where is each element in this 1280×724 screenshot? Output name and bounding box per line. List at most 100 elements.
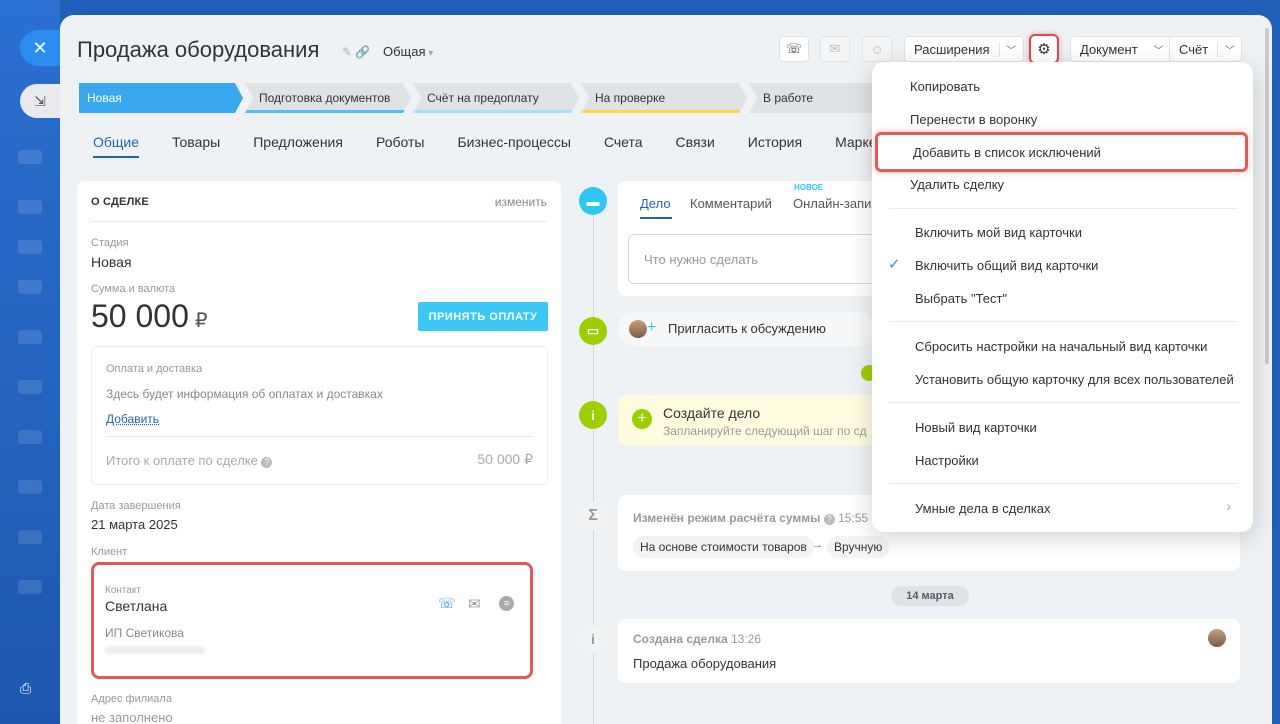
stage-new[interactable]: Новая (79, 83, 243, 113)
avatar[interactable] (1208, 629, 1226, 647)
menu-item-reset-view[interactable]: Сбросить настройки на начальный вид карт… (872, 331, 1253, 361)
minimize-slider-button[interactable]: ⇲ (20, 84, 60, 118)
menu-item-add-exclusions[interactable]: Добавить в список исключений (875, 132, 1248, 172)
create-task-prompt[interactable]: + Создайте дело Запланируйте следующий ш… (618, 395, 878, 445)
sum-value[interactable]: 50 000 ₽ (91, 298, 208, 335)
currency-symbol: ₽ (194, 310, 208, 332)
stage-prepayment-invoice[interactable]: Счёт на предоплату (413, 83, 579, 113)
help-icon[interactable]: ? (823, 514, 835, 525)
close-date-label: Дата завершения (91, 500, 181, 512)
plus-icon: + (632, 409, 652, 429)
divider (91, 221, 547, 222)
client-contact-block: Контакт Светлана ИП Светикова ☏ ✉ ≡ (91, 562, 533, 679)
tag-to: Вручную (827, 536, 890, 558)
print-icon[interactable]: ⎙ (20, 680, 40, 700)
funnel-selector[interactable]: Общая (383, 44, 433, 59)
chevron-down-icon[interactable]: ﹀ (998, 41, 1023, 57)
sum-icon: Σ (579, 502, 607, 530)
create-task-title: Создайте дело (663, 405, 761, 421)
extensions-button[interactable]: Расширения ﹀ (904, 36, 1024, 62)
tab-history[interactable]: История (748, 134, 802, 158)
client-label: Клиент (91, 546, 128, 558)
stage-in-progress[interactable]: В работе (749, 83, 889, 113)
stage-review[interactable]: На проверке (581, 83, 747, 113)
payment-title: Оплата и доставка (106, 363, 203, 375)
edit-link[interactable]: изменить (495, 195, 547, 209)
add-payment-link[interactable]: Добавить (106, 412, 159, 426)
tab-general[interactable]: Общие (93, 134, 140, 158)
tab-invoices[interactable]: Счета (604, 134, 643, 158)
tab-online-booking[interactable]: Онлайн-запи (793, 196, 871, 211)
chat-icon[interactable]: ≡ (499, 596, 514, 611)
stage-preparing-docs[interactable]: Подготовка документов (245, 83, 411, 113)
phone-icon[interactable]: ☏ (438, 595, 456, 612)
sidebar-ghost-item (18, 150, 42, 164)
menu-item-common-view[interactable]: Включить общий вид карточки (872, 250, 1253, 280)
menu-item-move-funnel[interactable]: Перенести в воронку (872, 104, 1253, 134)
todo-input[interactable]: Что нужно сделать (628, 234, 908, 284)
email-button[interactable]: ✉ (820, 36, 850, 62)
blurred-phone (105, 646, 205, 654)
divider (889, 208, 1238, 209)
comment-icon: ▭ (579, 317, 607, 345)
menu-item-choose-test[interactable]: Выбрать "Тест" (872, 283, 1253, 313)
mail-icon: ✉ (829, 41, 841, 56)
info-icon: i (579, 401, 607, 429)
tab-robots[interactable]: Роботы (376, 134, 424, 158)
sidebar-ghost-item (18, 580, 42, 594)
create-task-sub: Запланируйте следующий шаг по сд (663, 424, 867, 438)
call-button[interactable]: ☏ (779, 36, 809, 62)
total-label: Итого к оплате по сделке ? (106, 453, 273, 468)
chevron-down-icon[interactable]: ﹀ (1217, 41, 1241, 57)
menu-item-smart-tasks[interactable]: Умные дела в сделках (872, 493, 1253, 523)
branch-label: Адрес филиала (91, 693, 172, 705)
total-value: 50 000 ₽ (477, 451, 533, 467)
tab-business-processes[interactable]: Бизнес-процессы (457, 134, 570, 158)
gear-icon[interactable]: ⚙ (1029, 34, 1059, 64)
contact-name[interactable]: Светлана (105, 598, 167, 614)
tab-offers[interactable]: Предложения (253, 134, 343, 158)
menu-item-settings[interactable]: Настройки (872, 445, 1253, 475)
date-separator: 14 марта (891, 586, 969, 606)
chevron-right-icon: › (1226, 498, 1231, 514)
menu-item-delete-deal[interactable]: Удалить сделку (872, 169, 1253, 199)
deal-info-card: О СДЕЛКЕ изменить Стадия Новая Сумма и в… (77, 181, 561, 724)
activity-icon: ▬ (579, 187, 607, 215)
stage-color-bar (245, 110, 411, 113)
stage-value[interactable]: Новая (91, 254, 132, 270)
phone-icon: ☏ (785, 41, 803, 56)
menu-item-my-view[interactable]: Включить мой вид карточки (872, 217, 1253, 247)
avatar (629, 320, 647, 338)
info-icon: i (579, 625, 607, 653)
document-button[interactable]: Документ ﹀ (1070, 36, 1172, 62)
page-title: Продажа оборудования (77, 37, 320, 62)
sidebar-ghost-item (18, 480, 42, 494)
tab-comment[interactable]: Комментарий (690, 196, 772, 211)
scrollbar[interactable] (1265, 28, 1269, 364)
event-text[interactable]: Продажа оборудования (633, 656, 776, 671)
mail-icon[interactable]: ✉ (468, 595, 481, 613)
menu-item-copy[interactable]: Копировать (872, 71, 1253, 101)
divider (889, 483, 1238, 484)
tab-products[interactable]: Товары (172, 134, 220, 158)
close-slider-button[interactable]: ✕ (20, 30, 60, 66)
stage-bar: Новая Подготовка документов Счёт на пред… (79, 83, 891, 113)
payment-info: Здесь будет информация об оплатах и дост… (106, 387, 383, 401)
event-title: Создана сделка 13:26 (633, 632, 761, 646)
close-date-value[interactable]: 21 марта 2025 (91, 517, 178, 532)
menu-item-new-view[interactable]: Новый вид карточки (872, 412, 1253, 442)
tab-task[interactable]: Дело (640, 196, 671, 211)
company-name[interactable]: ИП Светикова (105, 626, 184, 640)
help-icon[interactable]: ? (261, 457, 273, 468)
menu-item-set-common-all[interactable]: Установить общую карточку для всех польз… (872, 364, 1253, 394)
activity-editor: Дело Комментарий Онлайн-запи НОВОЕ Что н… (618, 181, 908, 296)
tab-market[interactable]: Марке (835, 134, 876, 158)
invite-discussion[interactable]: + Пригласить к обсуждению (618, 312, 878, 346)
tab-links[interactable]: Связи (676, 134, 715, 158)
active-tab-underline (640, 217, 672, 219)
edit-title-icon[interactable]: ✎ 🔗 (342, 45, 370, 59)
chat-button[interactable]: ☺ (862, 36, 892, 62)
contact-label: Контакт (105, 585, 142, 596)
accept-payment-button[interactable]: ПРИНЯТЬ ОПЛАТУ (418, 302, 548, 331)
invoice-button[interactable]: Счёт ﹀ (1169, 36, 1243, 62)
